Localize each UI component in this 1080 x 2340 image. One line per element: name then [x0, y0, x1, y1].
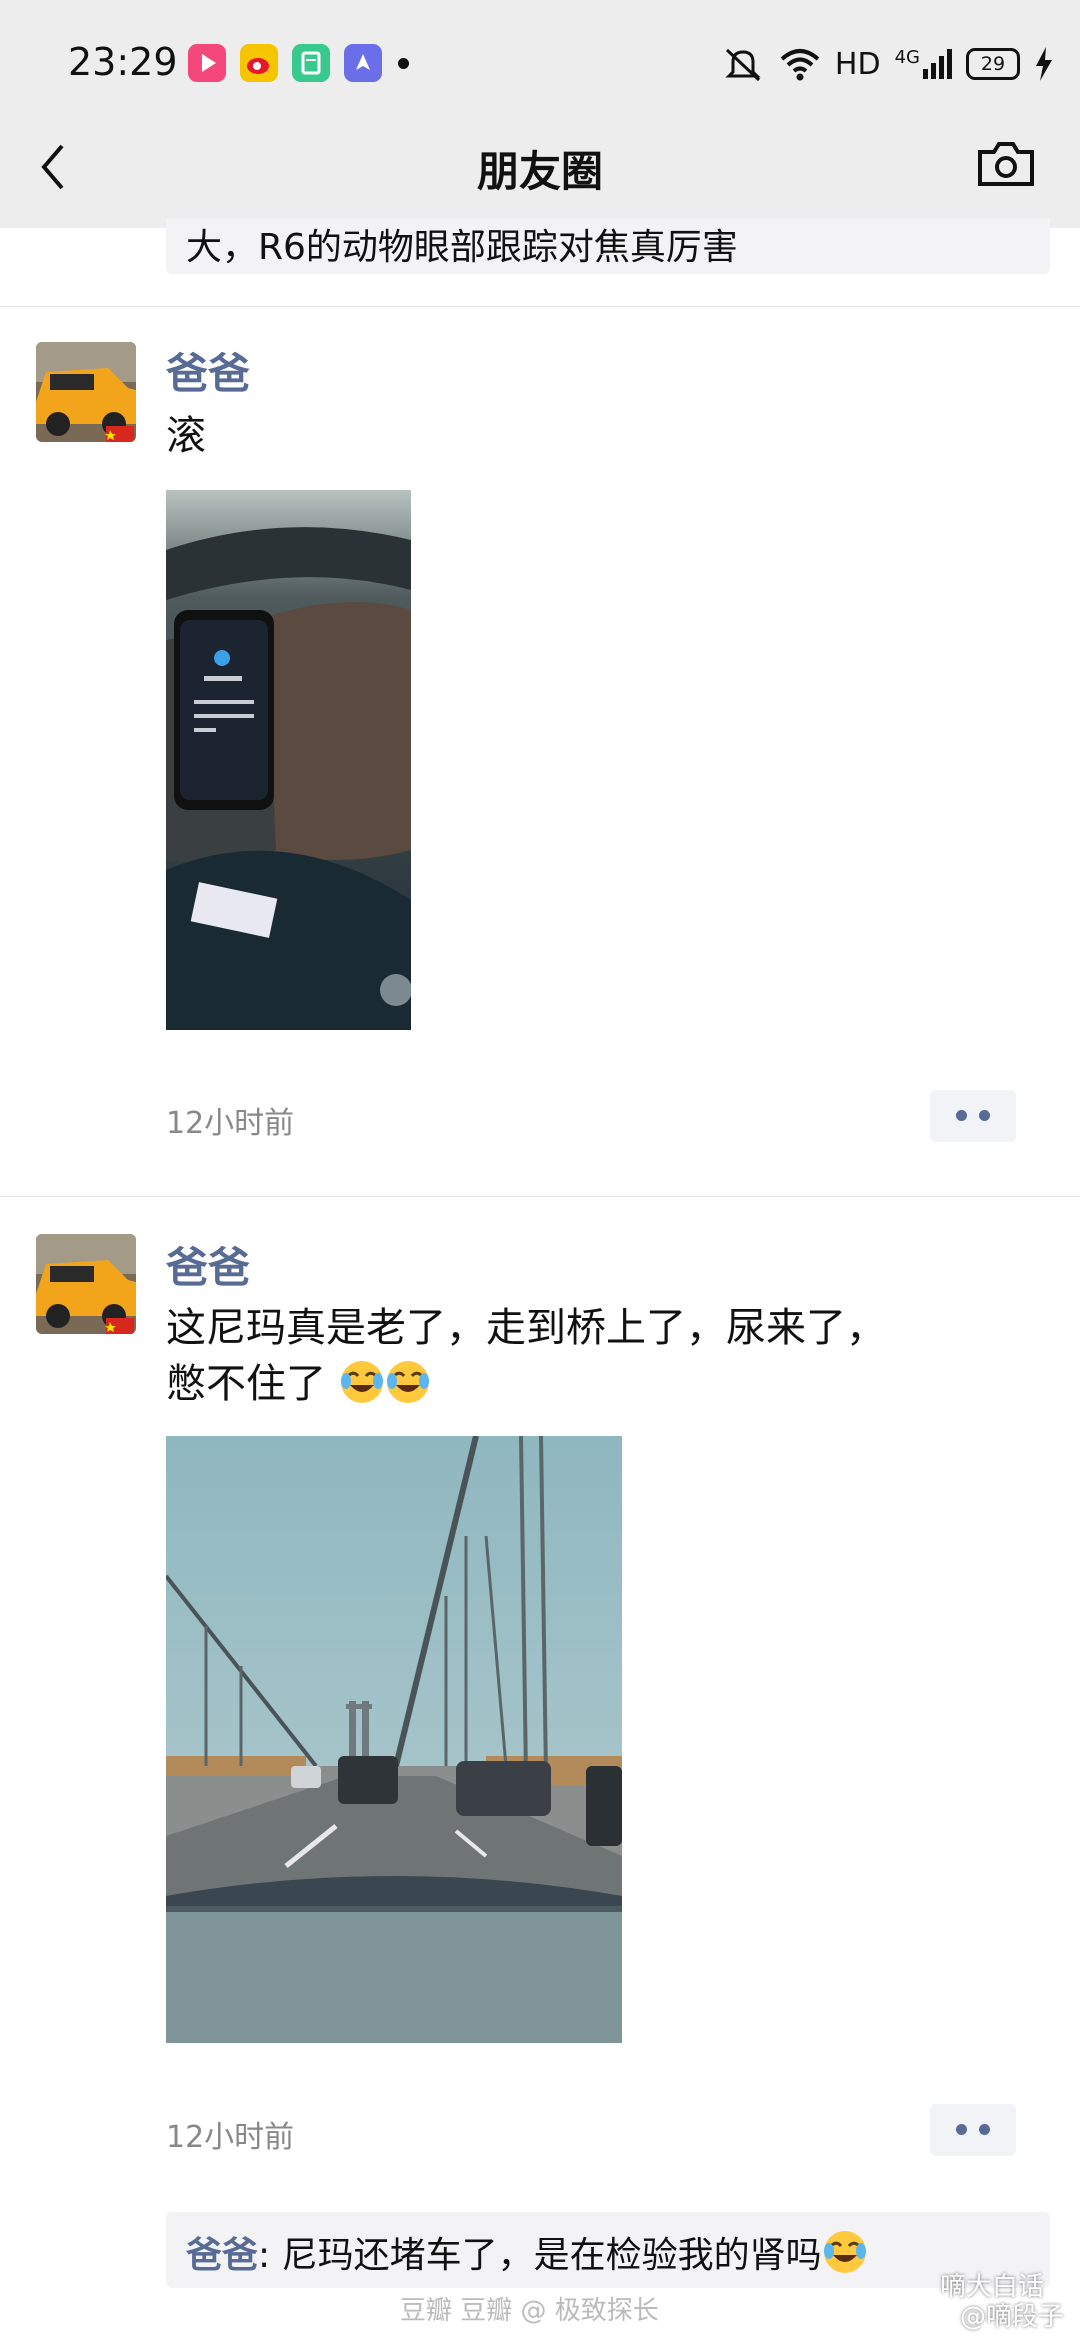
- laugh-cry-emoji-icon: [386, 1361, 429, 1403]
- video-app-icon: [188, 44, 226, 82]
- watermark-right-bottom: @嘀段子: [960, 2302, 1065, 2332]
- avatar[interactable]: [36, 342, 136, 442]
- comment-text: : 尼玛还堵车了，是在检验我的肾吗: [258, 2235, 822, 2276]
- comment-box: 爸爸: 尼玛还堵车了，是在检验我的肾吗: [166, 2212, 1050, 2288]
- post-text: 这尼玛真是老了，走到桥上了，尿来了， 憋不住了: [166, 1300, 1026, 1412]
- watermark-left: 豆瓣 豆瓣 @ 极致探长: [400, 2296, 659, 2326]
- notes-app-icon: [292, 44, 330, 82]
- mute-bell-icon: [725, 48, 761, 82]
- comment-item[interactable]: 爸爸: 尼玛还堵车了，是在检验我的肾吗: [186, 2226, 868, 2278]
- wifi-icon: [780, 49, 820, 81]
- post-text-line: 这尼玛真是老了，走到桥上了，尿来了，: [166, 1305, 886, 1351]
- network-gen: 4G: [895, 47, 952, 81]
- divider: [0, 1196, 1080, 1197]
- more-options-button[interactable]: [930, 2104, 1016, 2156]
- avatar[interactable]: [36, 1234, 136, 1334]
- status-right: HD 4G 29: [721, 38, 1054, 90]
- post-author[interactable]: 爸爸: [166, 1234, 250, 1295]
- status-time: 23:29: [68, 40, 178, 84]
- signal-icon: [923, 49, 952, 79]
- weibo-icon: [240, 44, 278, 82]
- post-author[interactable]: 爸爸: [166, 340, 250, 401]
- post-timestamp: 12小时前: [166, 1106, 295, 1141]
- previous-comment-box: 大，R6的动物眼部跟踪对焦真厉害: [166, 218, 1050, 274]
- pin-app-icon: [344, 44, 382, 82]
- more-options-button[interactable]: [930, 1090, 1016, 1142]
- laugh-cry-emoji-icon: [823, 2231, 866, 2273]
- camera-icon[interactable]: [976, 138, 1036, 188]
- battery-indicator: 29: [966, 48, 1020, 80]
- post-text: 滚: [166, 413, 206, 459]
- charging-icon: [1036, 47, 1052, 81]
- nav-bar: 朋友圈: [0, 128, 1080, 228]
- previous-comment-text: 大，R6的动物眼部跟踪对焦真厉害: [186, 227, 738, 268]
- hd-label: HD: [834, 46, 881, 82]
- post-image-wristband[interactable]: [166, 490, 411, 1030]
- laugh-cry-emoji-icon: [340, 1361, 383, 1403]
- post-image-bridge[interactable]: [166, 1436, 622, 2043]
- comment-author[interactable]: 爸爸: [186, 2235, 258, 2276]
- post-timestamp: 12小时前: [166, 2120, 295, 2155]
- notification-dot: [398, 58, 409, 69]
- post-text-line-2: 憋不住了: [166, 1356, 1026, 1412]
- divider: [0, 306, 1080, 307]
- status-bar: 23:29 HD 4G 29: [0, 0, 1080, 128]
- page-title: 朋友圈: [476, 147, 603, 196]
